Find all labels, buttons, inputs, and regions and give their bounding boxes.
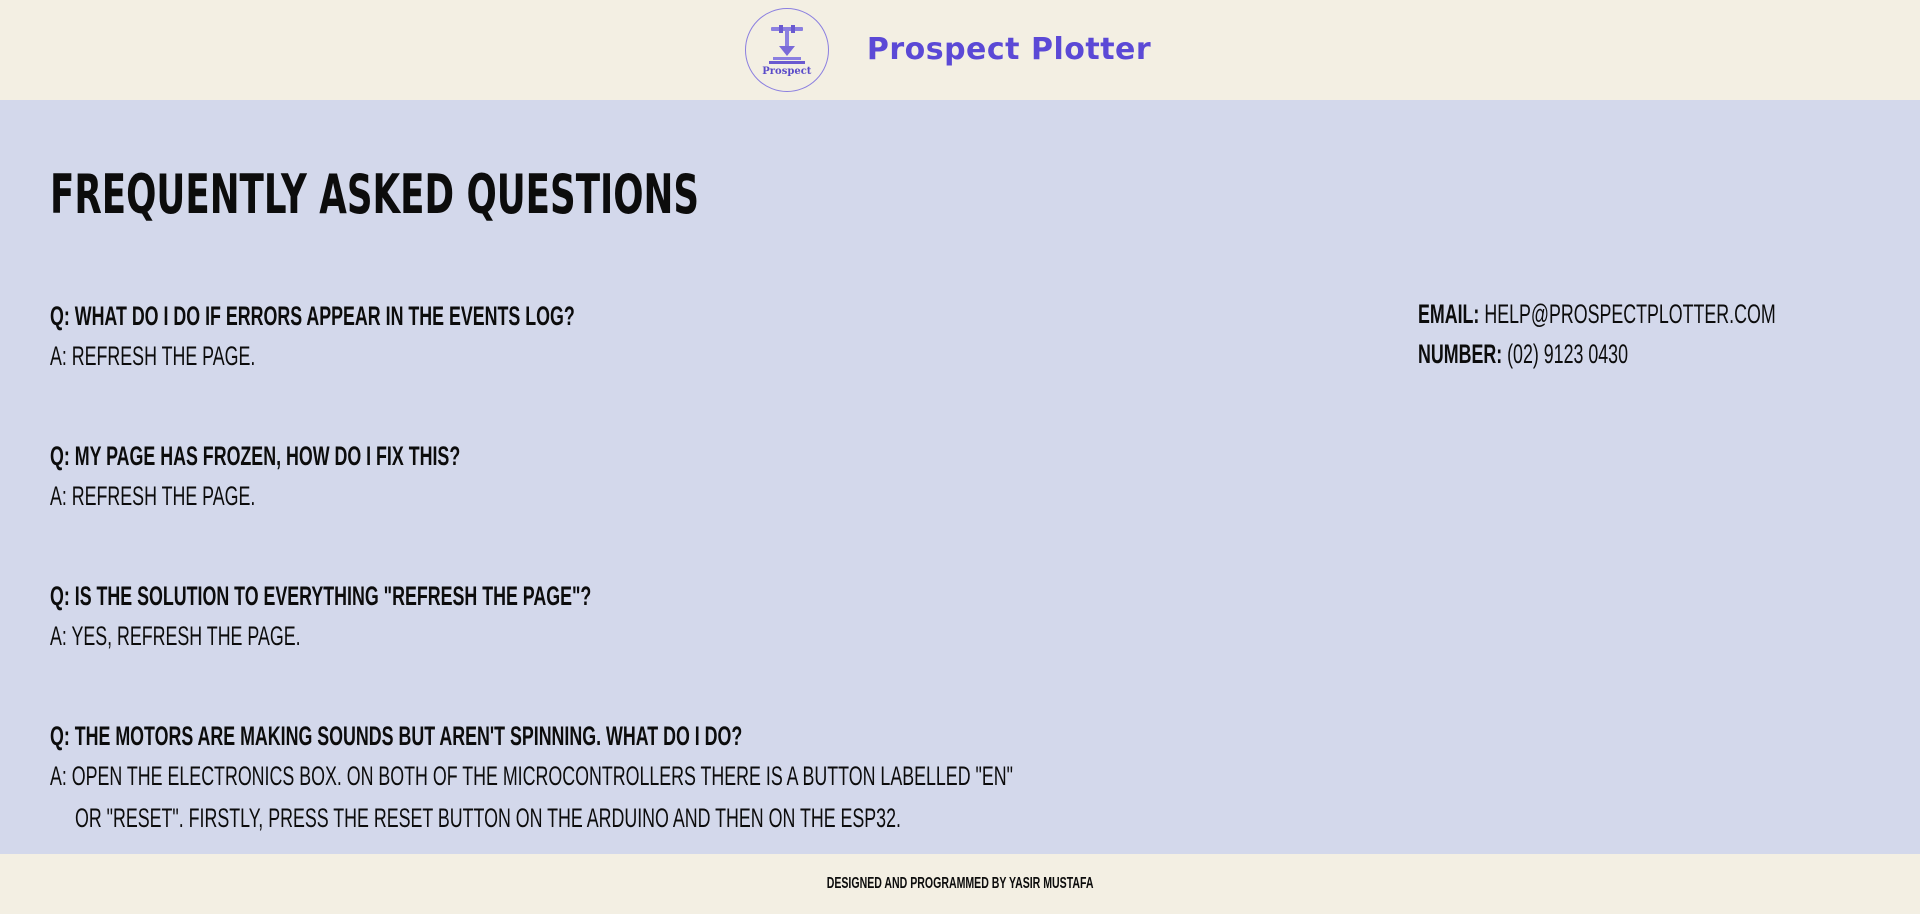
site-header: Prospect Prospect Plotter <box>0 0 1920 100</box>
page-title: Frequently Asked Questions <box>50 163 700 226</box>
faq-question: Q: My page has frozen, how do I fix this… <box>50 441 461 471</box>
phone-number: (02) 9123 0430 <box>1507 339 1628 369</box>
faq-question: Q: The motors are making sounds but aren… <box>50 721 743 751</box>
plotter-icon <box>768 24 805 64</box>
faq-item: Q: What do I do if errors appear in the … <box>50 296 845 376</box>
faq-question: Q: Is the solution to everything "refres… <box>50 581 592 611</box>
faq-answer: A: Open the electronics box. On both of … <box>50 761 1013 791</box>
faq-item: Q: Is the solution to everything "refres… <box>50 576 870 656</box>
email-link[interactable]: help@prospectplotter.com <box>1484 299 1775 329</box>
email-label: Email: <box>1418 299 1480 329</box>
logo-text: Prospect <box>762 65 812 77</box>
faq-answer: A: Refresh the page. <box>50 341 256 371</box>
brand-name[interactable]: Prospect Plotter <box>867 35 1151 65</box>
contact-email-row: Email: help@prospectplotter.com <box>1418 294 1920 334</box>
faq-question: Q: What do I do if errors appear in the … <box>50 301 575 331</box>
footer-credit: Designed and programmed by Yasir Mustafa <box>826 875 1094 892</box>
faq-item: Q: The motors are making sounds but aren… <box>50 716 1509 840</box>
faq-item: Q: My page has frozen, how do I fix this… <box>50 436 672 516</box>
faq-answer-continued: or "reset". Firstly, press the reset but… <box>75 803 901 833</box>
contact-number-row: Number: (02) 9123 0430 <box>1418 334 1920 374</box>
faq-main: Frequently Asked Questions Q: What do I … <box>0 100 1920 854</box>
number-label: Number: <box>1418 339 1503 369</box>
faq-answer: A: Yes, refresh the page. <box>50 621 301 651</box>
faq-answer: A: Refresh the page. <box>50 481 256 511</box>
site-logo[interactable]: Prospect <box>744 8 829 92</box>
site-footer: Designed and programmed by Yasir Mustafa <box>0 854 1920 914</box>
contact-info: Email: help@prospectplotter.com Number: … <box>1418 294 1920 374</box>
